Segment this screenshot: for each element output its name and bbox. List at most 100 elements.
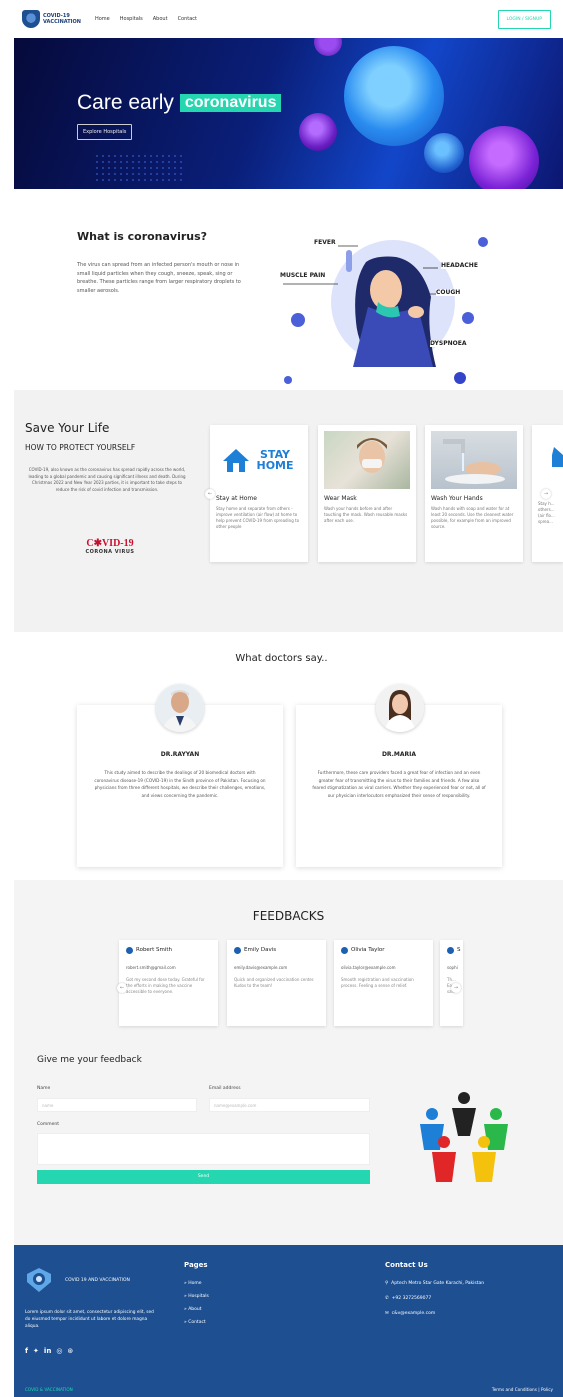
feedback-form-title: Give me your feedback [37, 1055, 142, 1065]
covid-19-logo: C✱VID-19 CORONA VIRUS [78, 538, 142, 555]
explore-hospitals-button[interactable]: Explore Hospitals [77, 124, 133, 140]
user-icon [447, 947, 454, 954]
covid-logo-sub: CORONA VIRUS [85, 549, 135, 555]
carousel-next-button[interactable]: → [541, 489, 551, 499]
shield-logo-icon [22, 10, 40, 28]
save-text: COVID-19, also known as the coronavirus … [28, 467, 186, 492]
user-icon [126, 947, 133, 954]
footer-brand: COVID 19 AND VACCINATION [65, 1278, 130, 1283]
feedback-prev-button[interactable]: ← [117, 983, 127, 993]
login-signup-button[interactable]: LOGIN / SIGNUP [497, 9, 551, 29]
virus-illustration-purple [469, 126, 539, 189]
feedback-next-button[interactable]: → [451, 983, 461, 993]
footer-legal-links[interactable]: Terms and Conditions | Policy [492, 1387, 553, 1392]
footer-contact-title: Contact Us [385, 1261, 428, 1269]
card-title: Wear Mask [324, 495, 357, 502]
nav-link-hospitals[interactable]: Hospitals [120, 16, 143, 22]
feedback-card: Olivia Taylor olivia.taylor@example.com … [334, 940, 433, 1026]
name-label: Name [37, 1086, 51, 1091]
site-logo[interactable]: COVID-19 VACCINATION [22, 10, 81, 28]
doctors-title: What doctors say.. [235, 653, 328, 664]
nav-link-contact[interactable]: Contact [178, 16, 197, 22]
protect-card-stay-home: STAY HOME Stay at Home Stay home and sep… [210, 425, 308, 562]
card-text: Stay home and separate from others - imp… [216, 506, 300, 529]
nav-links: Home Hospitals About Contact [95, 16, 197, 22]
feedback-email: olivia.taylor@example.com [341, 965, 396, 970]
footer-copyright: COVID & VACCINATION [25, 1387, 73, 1392]
footer-phone[interactable]: ✆ +92 3272569077 [385, 1296, 431, 1301]
mail-icon: ✉ [385, 1311, 389, 1316]
protect-card-wash-hands: Wash Your Hands Wash hands with soap and… [425, 425, 523, 562]
doctor-quote: This study aimed to describe the dealing… [94, 770, 266, 798]
save-subtitle: HOW TO PROTECT YOURSELF [25, 443, 136, 452]
partial-card-image [538, 431, 563, 489]
hero-title-prefix: Care early [77, 91, 174, 114]
feedbacks-section: FEEDBACKS Robert Smith robert.smith@gmai… [14, 880, 563, 1245]
footer-link-home[interactable]: » Home [184, 1281, 201, 1286]
email-label: Email address [209, 1086, 241, 1091]
footer-pages-title: Pages [184, 1261, 208, 1269]
feedback-email: robert.smith@gmail.com [126, 965, 176, 970]
virus-illustration-large [344, 46, 444, 146]
save-your-life-section: Save Your Life HOW TO PROTECT YOURSELF C… [14, 390, 563, 632]
community-people-icon [420, 1092, 508, 1182]
name-input[interactable]: name [37, 1098, 197, 1112]
email-input[interactable]: name@example.com [209, 1098, 370, 1112]
virus-illustration-blue [424, 133, 464, 173]
symptom-dyspnoea: DYSPNOEA [430, 340, 467, 347]
footer-link-hospitals[interactable]: » Hospitals [184, 1294, 209, 1299]
card-title: Wash Your Hands [431, 495, 483, 502]
feedback-card: Robert Smith robert.smith@gmail.com Got … [119, 940, 218, 1026]
feedback-name: S [457, 947, 461, 953]
send-button[interactable]: Send [37, 1170, 370, 1184]
feedback-text: Quick and organized vaccination center. … [234, 977, 315, 988]
facebook-icon[interactable]: f [25, 1347, 28, 1355]
stay-home-image-text: STAY HOME [256, 448, 294, 472]
footer-email[interactable]: ✉ c&v@example.com [385, 1311, 435, 1316]
feedback-name: Olivia Taylor [351, 947, 385, 953]
twitter-icon[interactable]: ✦ [33, 1347, 39, 1355]
comment-textarea[interactable] [37, 1133, 370, 1165]
wear-mask-photo [324, 431, 410, 489]
doctor-quote: Furthermore, these care providers faced … [312, 770, 486, 798]
feedback-text: Smooth registration and vaccination proc… [341, 977, 414, 988]
nav-link-about[interactable]: About [153, 16, 168, 22]
nav-link-home[interactable]: Home [95, 16, 110, 22]
logo-text-line2: VACCINATION [43, 19, 81, 25]
what-is-text: The virus can spread from an infected pe… [77, 262, 241, 294]
footer-address: ⚲ Aptech Metro Star Gate Karachi, Pakist… [385, 1281, 485, 1286]
symptom-muscle-pain: MUSCLE PAIN [280, 272, 326, 279]
symptoms-illustration: FEVER HEADACHE MUSCLE PAIN COUGH DYSPNOE… [278, 232, 508, 387]
stay-home-image: STAY HOME [216, 431, 302, 489]
footer-description: Lorem ipsum dolor sit amet, consectetur … [25, 1310, 154, 1329]
covid-logo-main: C✱VID-19 [86, 538, 134, 549]
feedback-email: sophi [447, 965, 458, 970]
card-text: Stay h... others... (air flo... sprea... [538, 501, 555, 524]
user-icon [341, 947, 348, 954]
instagram-icon[interactable]: ◎ [56, 1347, 62, 1355]
card-text: Wash your hands before and after touchin… [324, 506, 408, 523]
footer-link-contact[interactable]: » Contact [184, 1320, 206, 1325]
feedbacks-title: FEEDBACKS [252, 909, 325, 923]
carousel-prev-button[interactable]: ← [205, 489, 215, 499]
card-text: Wash hands with soap and water for at le… [431, 506, 514, 529]
footer: COVID 19 AND VACCINATION Lorem ipsum dol… [14, 1245, 563, 1397]
what-is-title: What is coronavirus? [77, 230, 208, 243]
symptom-fever: FEVER [314, 239, 336, 246]
doctor-name: DR.MARIA [381, 751, 417, 758]
social-links: f ✦ in ◎ ⊛ [25, 1347, 73, 1355]
card-title: Stay at Home [216, 495, 257, 502]
dribbble-icon[interactable]: ⊛ [67, 1347, 73, 1355]
save-title: Save Your Life [25, 421, 110, 435]
virus-illustration-small [299, 113, 337, 151]
feedback-email: emily.davis@example.com [234, 965, 288, 970]
sick-woman-illustration [283, 237, 488, 384]
protect-card-wear-mask: Wear Mask Wash your hands before and aft… [318, 425, 416, 562]
dot-pattern [94, 153, 184, 183]
feedback-card: Emily Davis emily.davis@example.com Quic… [227, 940, 326, 1026]
hero-title-highlight: coronavirus [179, 94, 282, 112]
linkedin-icon[interactable]: in [44, 1347, 51, 1355]
feedback-name: Emily Davis [244, 947, 277, 953]
symptom-cough: COUGH [436, 289, 461, 296]
footer-link-about[interactable]: » About [184, 1307, 202, 1312]
